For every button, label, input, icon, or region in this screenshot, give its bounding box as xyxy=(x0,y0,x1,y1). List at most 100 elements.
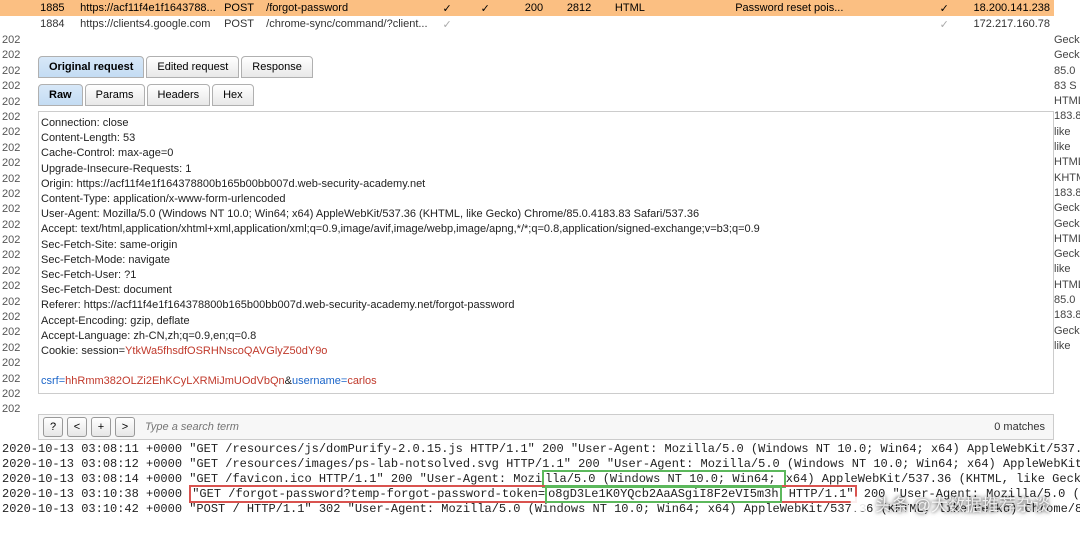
request-row[interactable]: 1884 https://clients4.google.com POST /c… xyxy=(0,16,1054,32)
crop-frag: Geck xyxy=(1053,218,1080,233)
param-name: username= xyxy=(292,375,347,387)
tabs-view: Raw Params Headers Hex xyxy=(38,84,1080,106)
crop-frag: 202 xyxy=(0,265,37,280)
header-line: Cache-Control: max-age=0 xyxy=(41,146,1051,161)
header-line: Referer: https://acf11f4e1f164378800b165… xyxy=(41,298,1051,313)
crop-frag: 202 xyxy=(0,111,37,126)
crop-frag: 85.0 xyxy=(1053,294,1080,309)
crop-frag: 202 xyxy=(0,188,37,203)
log-line: 2020-10-13 03:10:42 +0000 "POST / HTTP/1… xyxy=(0,502,1080,517)
req-host: https://clients4.google.com xyxy=(76,16,220,32)
crop-frag: 202 xyxy=(0,357,37,372)
crop-frag: like xyxy=(1053,263,1080,278)
add-button[interactable]: + xyxy=(91,417,111,437)
req-status: 200 xyxy=(521,0,563,16)
help-button[interactable]: ? xyxy=(43,417,63,437)
crop-frag: 202 xyxy=(0,80,37,95)
crop-frag: 202 xyxy=(0,388,37,403)
check-icon: ✓ xyxy=(439,0,477,16)
crop-frag: 202 xyxy=(0,142,37,157)
log-line: 2020-10-13 03:08:11 +0000 "GET /resource… xyxy=(0,442,1080,457)
server-logs: 2020-10-13 03:08:11 +0000 "GET /resource… xyxy=(0,442,1080,517)
crop-frag: Geck xyxy=(1053,202,1080,217)
header-line: User-Agent: Mozilla/5.0 (Windows NT 10.0… xyxy=(41,207,1051,222)
header-line: Accept-Language: zh-CN,zh;q=0.9,en;q=0.8 xyxy=(41,329,1051,344)
req-ip: 172.217.160.78 xyxy=(960,16,1054,32)
req-len: 2812 xyxy=(563,0,611,16)
param-value: hhRmm382OLZi2EhKCyLXRMiJmUOdVbQn xyxy=(65,375,284,387)
crop-frag: 202 xyxy=(0,219,37,234)
header-line: Sec-Fetch-User: ?1 xyxy=(41,268,1051,283)
log-frag: HTTP/1.1" xyxy=(782,487,854,501)
crop-frag: 202 xyxy=(0,65,37,80)
crop-frag: like xyxy=(1053,141,1080,156)
tab-original-request[interactable]: Original request xyxy=(38,56,144,78)
tab-headers[interactable]: Headers xyxy=(147,84,211,106)
crop-frag: Geck xyxy=(1053,34,1080,49)
log-frag: x64) AppleWebKit/537.36 (KHTML, like Gec… xyxy=(786,472,1080,486)
header-line: Sec-Fetch-Mode: navigate xyxy=(41,253,1051,268)
tab-hex[interactable]: Hex xyxy=(212,84,254,106)
next-button[interactable]: > xyxy=(115,417,135,437)
crop-frag: Geck xyxy=(1053,49,1080,64)
req-title: Password reset pois... xyxy=(731,0,935,16)
log-frag: 200 "User-Agent: Mozilla/5.0 ( xyxy=(857,487,1080,501)
crop-frag: 202 xyxy=(0,49,37,64)
crop-frag: like xyxy=(1053,340,1080,355)
header-line: Origin: https://acf11f4e1f164378800b165b… xyxy=(41,177,1051,192)
log-line: 2020-10-13 03:08:12 +0000 "GET /resource… xyxy=(0,457,1080,472)
log-frag: 2020-10-13 03:10:38 +0000 xyxy=(2,487,189,501)
check-icon: ✓ xyxy=(477,0,521,16)
param-value: carlos xyxy=(347,375,376,387)
crop-frag: 202 xyxy=(0,157,37,172)
crop-frag: 202 xyxy=(0,34,37,49)
search-input[interactable] xyxy=(139,417,990,437)
crop-frag: 202 xyxy=(0,173,37,188)
crop-frag: 202 xyxy=(0,342,37,357)
tabs-request: Original request Edited request Response xyxy=(38,56,1080,78)
crop-frag: 202 xyxy=(0,280,37,295)
left-cropped-column: 202 202 202 202 202 202 202 202 202 202 … xyxy=(0,34,37,419)
header-line: Content-Type: application/x-www-form-url… xyxy=(41,192,1051,207)
log-frag: 2020-10-13 03:08:14 +0000 "GET /favicon.… xyxy=(2,472,542,486)
request-row-selected[interactable]: 1885 https://acf11f4e1f1643788... POST /… xyxy=(0,0,1054,16)
crop-frag: HTML, xyxy=(1053,95,1080,110)
req-method: POST xyxy=(220,0,262,16)
req-path: /forgot-password xyxy=(262,0,438,16)
crop-frag: HTML, xyxy=(1053,233,1080,248)
raw-request-body[interactable]: Connection: close Content-Length: 53 Cac… xyxy=(38,111,1054,394)
crop-frag: HTML, xyxy=(1053,156,1080,171)
tab-params[interactable]: Params xyxy=(85,84,145,106)
crop-frag: 202 xyxy=(0,234,37,249)
crop-frag: 202 xyxy=(0,403,37,418)
crop-frag: 83 S xyxy=(1053,80,1080,95)
check-icon: ✓ xyxy=(936,0,960,16)
highlight-token: o8gD3Le1K0YQcb2AaASgiI8F2eVI5m3h xyxy=(545,485,781,503)
cookie-label: Cookie: session= xyxy=(41,345,125,357)
param-name: csrf= xyxy=(41,375,65,387)
crop-frag: 183.8 xyxy=(1053,309,1080,324)
tab-response[interactable]: Response xyxy=(241,56,313,78)
crop-frag: 202 xyxy=(0,203,37,218)
header-line: Accept-Encoding: gzip, deflate xyxy=(41,314,1051,329)
header-line: Sec-Fetch-Dest: document xyxy=(41,283,1051,298)
crop-frag: KHTML xyxy=(1053,172,1080,187)
crop-frag: HTML, xyxy=(1053,279,1080,294)
tab-raw[interactable]: Raw xyxy=(38,84,83,106)
crop-frag: 202 xyxy=(0,126,37,141)
tab-edited-request[interactable]: Edited request xyxy=(146,56,239,78)
request-table: 1885 https://acf11f4e1f1643788... POST /… xyxy=(0,0,1054,32)
log-frag: "GET /forgot-password?temp-forgot-passwo… xyxy=(192,487,545,501)
right-cropped-column: Geck Geck 85.0 83 S HTML, 183.8 like lik… xyxy=(1053,34,1080,355)
crop-frag: Geck xyxy=(1053,248,1080,263)
crop-frag: 183.8 xyxy=(1053,187,1080,202)
crop-frag: 202 xyxy=(0,311,37,326)
prev-button[interactable]: < xyxy=(67,417,87,437)
crop-frag: 202 xyxy=(0,249,37,264)
header-line: Sec-Fetch-Site: same-origin xyxy=(41,238,1051,253)
header-line: Connection: close xyxy=(41,116,1051,131)
highlight-red: "GET /forgot-password?temp-forgot-passwo… xyxy=(189,485,856,503)
header-line: Content-Length: 53 xyxy=(41,131,1051,146)
check-icon: ✓ xyxy=(936,16,960,32)
req-method: POST xyxy=(220,16,262,32)
